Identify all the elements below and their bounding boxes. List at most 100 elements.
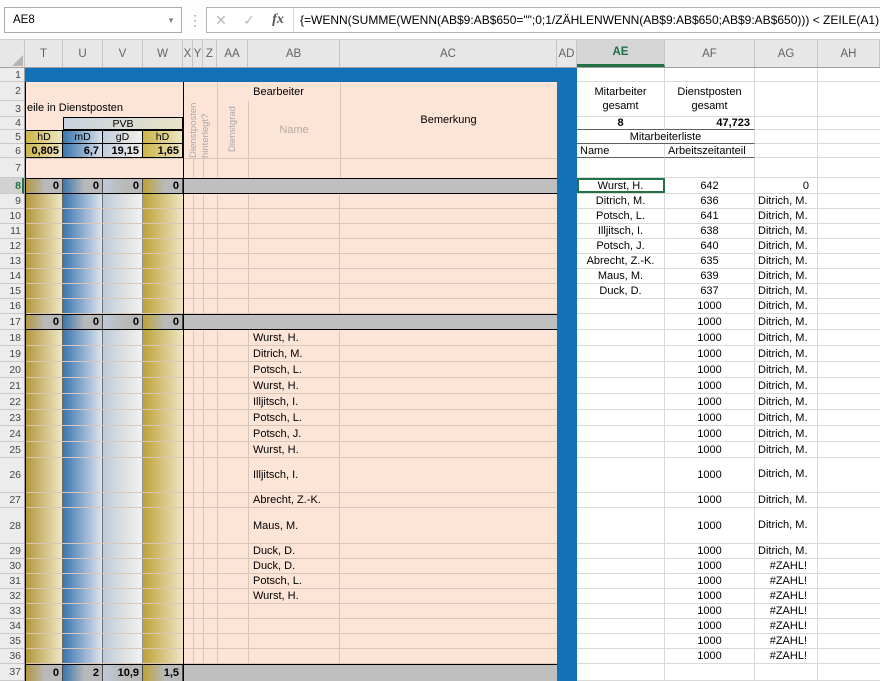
cell[interactable] [818, 410, 880, 425]
cell[interactable] [103, 394, 143, 409]
col-header-AG[interactable]: AG [755, 40, 818, 67]
cell-ag12[interactable]: Ditrich, M. [755, 239, 818, 253]
cell-ag31-error[interactable]: #ZAHL! [755, 574, 818, 588]
col-header-AE-active[interactable]: AE [577, 40, 665, 67]
cell[interactable] [25, 559, 63, 573]
cell[interactable] [25, 634, 63, 648]
vertical-label-dienstgrad[interactable]: Dienstgrad [218, 101, 248, 158]
cell-ab15[interactable] [248, 284, 340, 298]
cell[interactable] [63, 330, 103, 345]
cell-ae11[interactable]: Illjitsch, I. [577, 224, 665, 238]
cell[interactable] [63, 544, 103, 558]
cell[interactable] [63, 649, 103, 663]
cell[interactable] [665, 68, 755, 81]
cell-ab30[interactable]: Duck, D. [248, 559, 340, 573]
cell[interactable] [577, 426, 665, 441]
cell[interactable] [818, 117, 880, 130]
cell[interactable] [818, 544, 880, 558]
cell[interactable] [183, 224, 248, 238]
cell[interactable] [143, 589, 183, 603]
cell-t8[interactable]: 0 [25, 179, 63, 193]
cell[interactable] [577, 346, 665, 361]
cell[interactable] [63, 634, 103, 648]
cell-af27[interactable]: 1000 [665, 493, 755, 507]
enter-icon[interactable]: ✓ [235, 12, 263, 29]
cell[interactable] [143, 634, 183, 648]
cell[interactable] [818, 284, 880, 298]
cell[interactable] [25, 619, 63, 633]
col-header-AD[interactable]: AD [557, 40, 577, 67]
cell-ab23[interactable]: Potsch, L. [248, 410, 340, 425]
row-header-18[interactable]: 18 [0, 330, 24, 346]
cell[interactable] [183, 559, 248, 573]
cell[interactable] [103, 346, 143, 361]
row-header-1[interactable]: 1 [0, 68, 24, 82]
cell-v37[interactable]: 10,9 [103, 665, 143, 681]
col-header-U[interactable]: U [63, 40, 103, 67]
cell-af36[interactable]: 1000 [665, 649, 755, 663]
cell-ab19[interactable]: Ditrich, M. [248, 346, 340, 361]
cell[interactable] [183, 315, 557, 329]
cell[interactable] [63, 209, 103, 223]
cell[interactable] [340, 378, 557, 393]
active-cell-ae8[interactable]: Wurst, H. [577, 178, 665, 193]
cell[interactable] [143, 604, 183, 618]
cell[interactable] [818, 269, 880, 283]
cell[interactable] [143, 426, 183, 441]
cell[interactable] [103, 442, 143, 457]
cell[interactable] [63, 239, 103, 253]
row-header-33[interactable]: 33 [0, 604, 24, 619]
cell-v8[interactable]: 0 [103, 179, 143, 193]
header-gD[interactable]: gD [102, 130, 143, 144]
cell[interactable] [183, 378, 248, 393]
cell-w17[interactable]: 0 [143, 315, 183, 329]
row-header-4[interactable]: 4 [0, 117, 24, 130]
bemerkung-header[interactable]: Bemerkung [340, 82, 557, 158]
cell[interactable] [63, 254, 103, 268]
cell[interactable] [143, 346, 183, 361]
cell[interactable] [143, 299, 183, 313]
cell-v17[interactable]: 0 [103, 315, 143, 329]
name-box-dropdown-icon[interactable]: ▾ [161, 15, 181, 26]
cell[interactable] [577, 664, 665, 680]
cell-ag16[interactable]: Ditrich, M. [755, 299, 818, 313]
select-all-corner[interactable] [0, 40, 25, 67]
cell[interactable] [183, 665, 557, 681]
cell-af9[interactable]: 636 [665, 194, 755, 208]
cell[interactable] [183, 458, 248, 492]
row-header-36[interactable]: 36 [0, 649, 24, 664]
cell[interactable] [143, 254, 183, 268]
cell[interactable] [103, 209, 143, 223]
cell[interactable] [577, 649, 665, 663]
cell[interactable] [183, 493, 248, 507]
cell[interactable] [63, 224, 103, 238]
cell[interactable] [25, 269, 63, 283]
cell-ag17[interactable]: Ditrich, M. [755, 314, 818, 329]
cell[interactable] [577, 394, 665, 409]
cell[interactable] [183, 362, 248, 377]
cell[interactable] [577, 410, 665, 425]
cell-ab28[interactable]: Maus, M. [248, 508, 340, 543]
cell[interactable] [103, 284, 143, 298]
row-header-11[interactable]: 11 [0, 224, 24, 239]
cell-af16[interactable]: 1000 [665, 299, 755, 313]
cell-ag9[interactable]: Ditrich, M. [755, 194, 818, 208]
cell[interactable] [818, 362, 880, 377]
cell-ag14[interactable]: Ditrich, M. [755, 269, 818, 283]
row-header-35[interactable]: 35 [0, 634, 24, 649]
row-header-23[interactable]: 23 [0, 410, 24, 426]
header-hD-2[interactable]: hD [142, 130, 183, 144]
cell-ab33[interactable] [248, 604, 340, 618]
cell[interactable] [340, 559, 557, 573]
cell-af2-dienstposten-gesamt[interactable]: Dienstposten gesamt [665, 82, 755, 116]
cell[interactable] [103, 299, 143, 313]
cell[interactable] [183, 426, 248, 441]
cell[interactable] [755, 664, 818, 680]
cell-ab27[interactable]: Abrecht, Z.-K. [248, 493, 340, 507]
cell[interactable] [63, 589, 103, 603]
cell[interactable] [818, 458, 880, 492]
row-header-29[interactable]: 29 [0, 544, 24, 559]
cell-ag21[interactable]: Ditrich, M. [755, 378, 818, 393]
cell[interactable] [25, 284, 63, 298]
cell-af23[interactable]: 1000 [665, 410, 755, 425]
